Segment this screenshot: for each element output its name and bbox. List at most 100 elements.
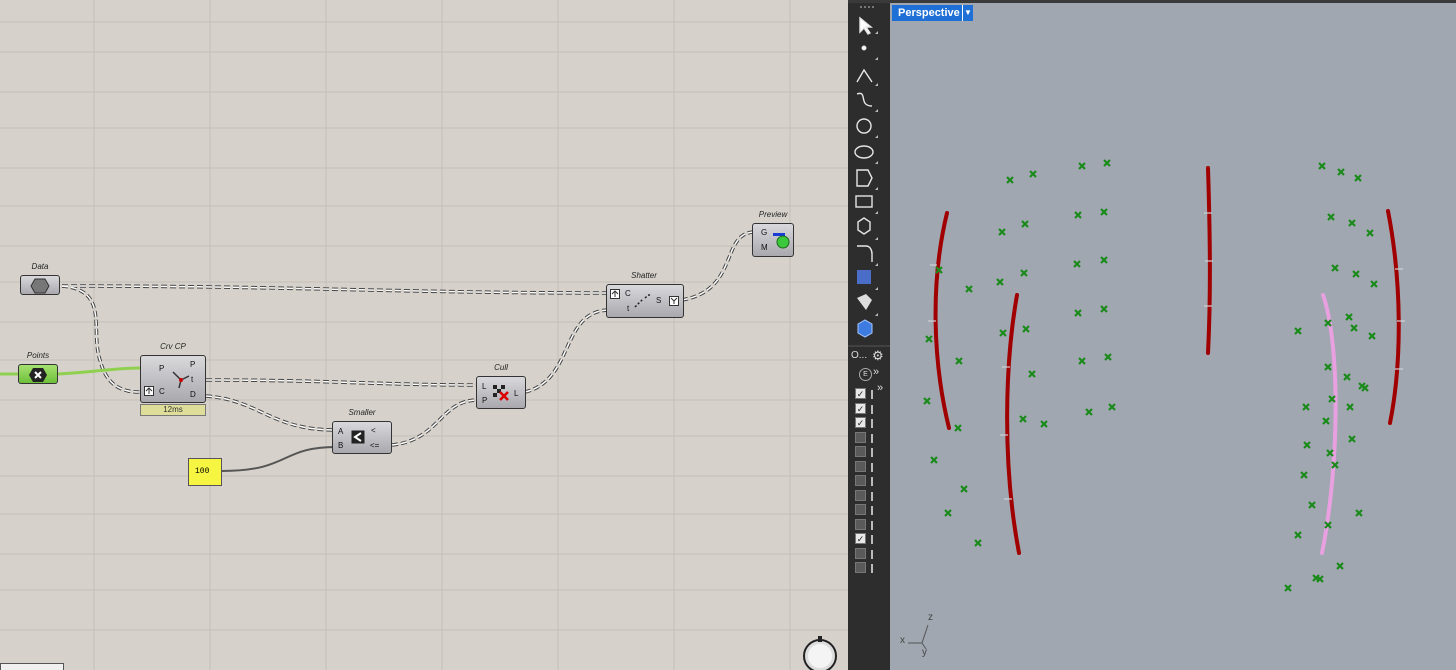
- layer-color-swatch: [871, 549, 873, 559]
- crvcp-output-d[interactable]: D: [190, 390, 196, 399]
- point-marker: [1370, 280, 1378, 288]
- layer-checkbox[interactable]: [855, 431, 866, 443]
- point-marker: [1354, 174, 1362, 182]
- cull-component[interactable]: Cull L P L: [476, 363, 528, 411]
- point-marker: [1348, 435, 1356, 443]
- layer-checkbox[interactable]: [855, 489, 866, 501]
- viewport-menu-dropdown[interactable]: ▼: [962, 5, 973, 21]
- point-markers: [923, 159, 1378, 592]
- cull-input-p[interactable]: P: [482, 396, 487, 405]
- layer-color-swatch: [871, 419, 873, 428]
- layer-color-swatch: [871, 520, 873, 530]
- point-marker: [1085, 408, 1093, 416]
- collapse-label[interactable]: »: [877, 382, 883, 394]
- rhino-viewport[interactable]: z x y Perspective ▼: [890, 0, 1456, 670]
- point-marker: [1345, 313, 1353, 321]
- rhino-toolbar: O... ⚙ E » » ✓ ✓ ✓ ✓: [848, 0, 890, 670]
- point-marker: [1078, 357, 1086, 365]
- viewport-title-tab[interactable]: Perspective: [892, 5, 966, 21]
- box-icon: [857, 319, 873, 338]
- polyline-icon: [856, 68, 873, 83]
- cull-input-l[interactable]: L: [482, 382, 486, 391]
- point-marker: [1073, 260, 1081, 268]
- point-marker: [1331, 264, 1339, 272]
- point-marker: [1029, 170, 1037, 178]
- more-tabs-label[interactable]: O...: [851, 350, 867, 361]
- layer-checkbox[interactable]: ✓: [855, 388, 866, 399]
- point-marker: [923, 397, 931, 405]
- crvcp-output-t[interactable]: t: [191, 375, 193, 384]
- flatten-icon: [669, 296, 679, 306]
- point-marker: [1308, 501, 1316, 509]
- point-marker: [955, 357, 963, 365]
- point-marker: [1355, 509, 1363, 517]
- layer-color-swatch: [871, 390, 873, 399]
- crvcp-output-p[interactable]: P: [190, 360, 195, 369]
- cull-output-l[interactable]: L: [514, 389, 518, 398]
- zoom-compass-icon[interactable]: [800, 632, 844, 670]
- point-marker: [1040, 420, 1048, 428]
- point-marker: [1348, 219, 1356, 227]
- preview-sphere-icon: [773, 233, 790, 249]
- point-marker: [1337, 168, 1345, 176]
- layer-checkbox[interactable]: ✓: [855, 402, 866, 414]
- canvas-grid: [0, 0, 848, 670]
- points-param[interactable]: Points: [18, 351, 62, 385]
- grasshopper-canvas[interactable]: Data Points Crv CP P C P t D 12ms Smalle…: [0, 0, 848, 670]
- smaller-input-a[interactable]: A: [338, 427, 343, 436]
- shatter-input-t[interactable]: t: [627, 304, 629, 313]
- crvcp-timing: 12ms: [140, 404, 206, 416]
- curve-icon: [856, 92, 873, 107]
- expand-label[interactable]: »: [873, 366, 879, 378]
- layer-checkbox[interactable]: [855, 504, 866, 515]
- layer-checkbox[interactable]: ✓: [855, 533, 866, 544]
- preview-input-m[interactable]: M: [761, 243, 768, 252]
- shatter-output-s[interactable]: S: [656, 296, 661, 305]
- layer-e-icon[interactable]: E: [859, 368, 872, 381]
- shatter-input-c[interactable]: C: [625, 289, 631, 298]
- cull-label: Cull: [494, 363, 508, 372]
- crvcp-input-p[interactable]: P: [159, 364, 164, 373]
- point-marker: [1302, 403, 1310, 411]
- point-marker: [996, 278, 1004, 286]
- layer-color-swatch: [871, 404, 873, 414]
- point-marker: [965, 285, 973, 293]
- preview-input-g[interactable]: G: [761, 228, 767, 237]
- crvcp-input-c[interactable]: C: [159, 387, 165, 396]
- point-marker: [1020, 269, 1028, 277]
- layer-checkbox[interactable]: [855, 547, 866, 559]
- axis-z-label: z: [928, 612, 933, 623]
- gear-icon[interactable]: ⚙: [872, 348, 884, 364]
- point-marker: [1022, 325, 1030, 333]
- axis-x-label: x: [900, 635, 905, 646]
- smaller-output-le[interactable]: <=: [370, 441, 379, 450]
- layer-color-swatch: [871, 491, 873, 501]
- layer-checkbox[interactable]: [855, 446, 866, 457]
- graft-icon: [144, 386, 154, 396]
- crvcp-component[interactable]: Crv CP P C P t D 12ms: [140, 342, 208, 420]
- preview-component[interactable]: Preview G M: [752, 210, 798, 260]
- point-marker: [1100, 256, 1108, 264]
- data-param[interactable]: Data: [20, 262, 64, 296]
- point-marker: [1074, 309, 1082, 317]
- layer-checkbox[interactable]: [855, 518, 866, 530]
- layer-color-swatch: [871, 462, 873, 472]
- smaller-output-lt[interactable]: <: [371, 426, 376, 435]
- smaller-component[interactable]: Smaller A B < <=: [332, 408, 394, 456]
- point-marker: [1352, 270, 1360, 278]
- number-panel[interactable]: 100: [188, 458, 224, 488]
- point-marker: [1078, 162, 1086, 170]
- layer-checkbox[interactable]: ✓: [855, 417, 866, 428]
- point-marker: [1327, 213, 1335, 221]
- point-marker: [1322, 417, 1330, 425]
- layer-checkbox[interactable]: [855, 562, 866, 573]
- point-marker: [1350, 324, 1358, 332]
- crvcp-label: Crv CP: [160, 342, 186, 351]
- point-marker: [1303, 441, 1311, 449]
- layer-checkbox[interactable]: [855, 475, 866, 486]
- shatter-component[interactable]: Shatter C t S: [606, 271, 686, 321]
- polygon-icon: [856, 169, 873, 187]
- viewport-scene: z x y: [900, 159, 1405, 658]
- layer-checkbox[interactable]: [855, 460, 866, 472]
- smaller-input-b[interactable]: B: [338, 441, 343, 450]
